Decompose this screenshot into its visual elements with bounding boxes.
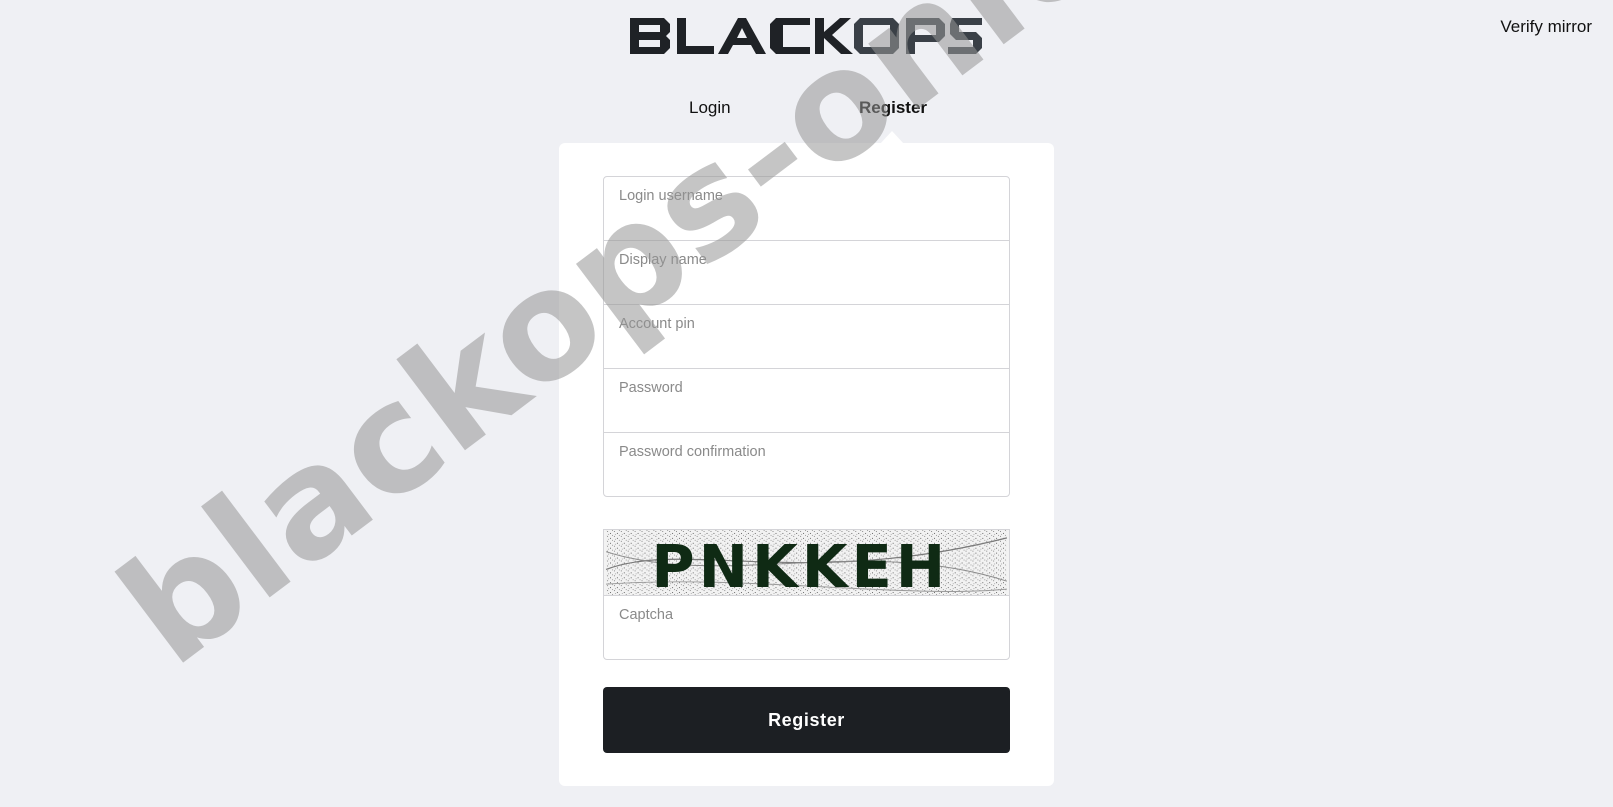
password-confirmation-field[interactable]: Password confirmation bbox=[603, 432, 1010, 497]
register-form-fields: Login username Display name Account pin … bbox=[603, 176, 1010, 497]
tab-login[interactable]: Login bbox=[689, 98, 731, 118]
password-field[interactable]: Password bbox=[603, 368, 1010, 433]
tab-register[interactable]: Register bbox=[859, 98, 927, 118]
captcha-section: PNKKEH Captcha bbox=[603, 529, 1010, 660]
verify-mirror-link[interactable]: Verify mirror bbox=[1500, 17, 1592, 37]
display-name-field[interactable]: Display name bbox=[603, 240, 1010, 305]
logo-graphic bbox=[630, 18, 982, 54]
login-username-input[interactable] bbox=[604, 177, 1009, 240]
password-confirmation-input[interactable] bbox=[604, 433, 1009, 496]
captcha-code-text: PNKKEH bbox=[651, 532, 949, 595]
account-pin-field[interactable]: Account pin bbox=[603, 304, 1010, 369]
black-ops-logo bbox=[630, 16, 982, 56]
captcha-input[interactable] bbox=[604, 596, 1009, 659]
register-button[interactable]: Register bbox=[603, 687, 1010, 753]
auth-tabs: Login Register bbox=[0, 98, 1613, 122]
password-input[interactable] bbox=[604, 369, 1009, 432]
account-pin-input[interactable] bbox=[604, 305, 1009, 368]
login-username-field[interactable]: Login username bbox=[603, 176, 1010, 241]
display-name-input[interactable] bbox=[604, 241, 1009, 304]
captcha-image: PNKKEH bbox=[603, 529, 1010, 595]
captcha-field[interactable]: Captcha bbox=[603, 595, 1010, 660]
